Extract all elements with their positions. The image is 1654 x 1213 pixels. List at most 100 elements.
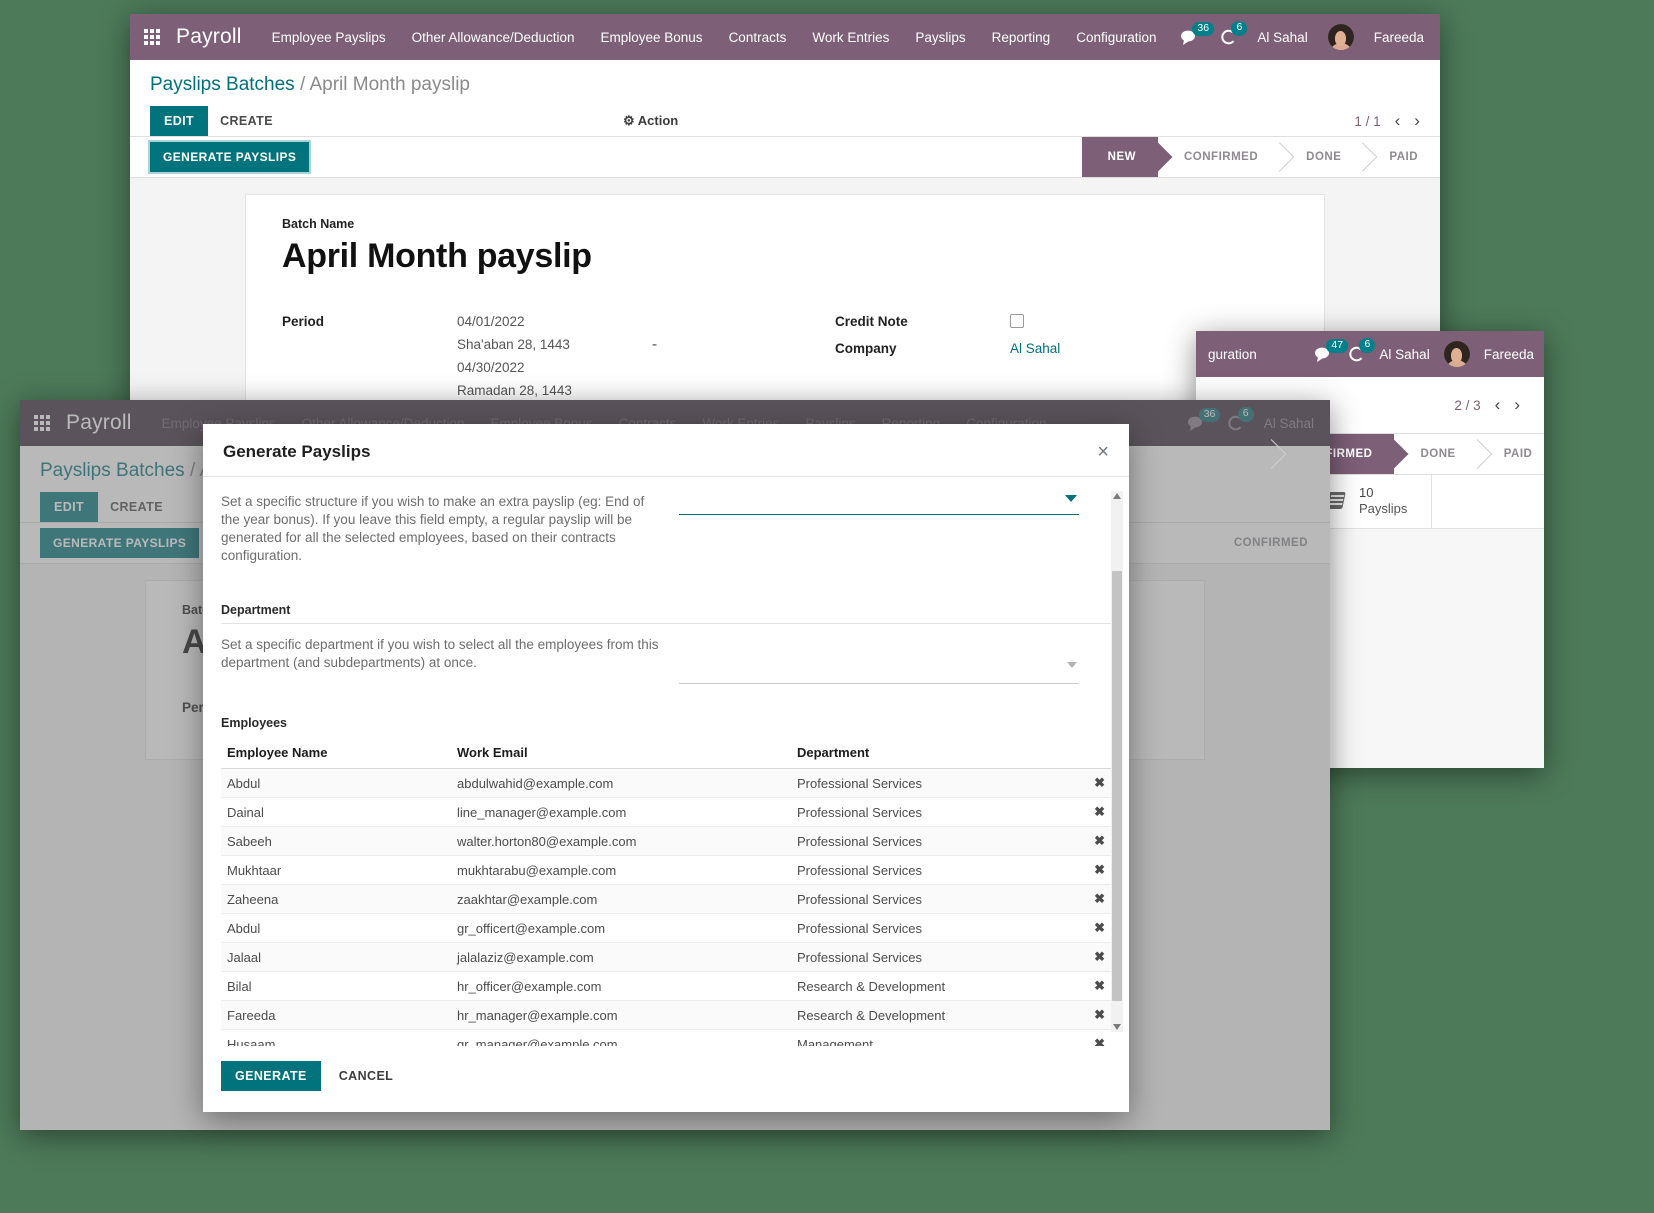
scroll-down-icon[interactable] bbox=[1113, 1024, 1121, 1030]
cell-work-email[interactable]: hr_officer@example.com bbox=[451, 971, 791, 1001]
remove-icon[interactable]: ✖ bbox=[1077, 768, 1111, 798]
department-input[interactable] bbox=[679, 662, 1079, 684]
cell-work-email[interactable]: walter.horton80@example.com bbox=[451, 826, 791, 856]
column-department[interactable]: Department bbox=[791, 738, 1077, 769]
table-row[interactable]: Bilal hr_officer@example.com Research & De… bbox=[221, 971, 1111, 1001]
right-company-name[interactable]: Al Sahal bbox=[1379, 347, 1429, 362]
company-value[interactable]: Al Sahal bbox=[1010, 337, 1060, 360]
bg-company-name[interactable]: Al Sahal bbox=[1264, 416, 1314, 431]
cell-employee-name[interactable]: Sabeeh bbox=[221, 826, 451, 856]
generate-button[interactable]: GENERATE bbox=[221, 1061, 321, 1091]
table-row[interactable]: Abdul abdulwahid@example.com Professional … bbox=[221, 768, 1111, 798]
cell-employee-name[interactable]: Abdul bbox=[221, 768, 451, 798]
dialog-scrollbar[interactable] bbox=[1111, 491, 1123, 1032]
department-field[interactable] bbox=[679, 636, 1079, 684]
cancel-button[interactable]: CANCEL bbox=[327, 1061, 405, 1091]
cell-department[interactable]: Research & Development bbox=[791, 971, 1077, 1001]
cell-department[interactable]: Research & Development bbox=[791, 1000, 1077, 1030]
cell-employee-name[interactable]: Dainal bbox=[221, 797, 451, 827]
avatar[interactable] bbox=[1327, 24, 1354, 50]
structure-field[interactable] bbox=[679, 493, 1079, 515]
cell-department[interactable]: Professional Services bbox=[791, 913, 1077, 943]
bg-activities-button[interactable]: 6 bbox=[1226, 407, 1254, 432]
bg-generate-payslips-button[interactable]: GENERATE PAYSLIPS bbox=[40, 528, 200, 558]
bg-messages-button[interactable]: 36 bbox=[1187, 407, 1221, 432]
table-row[interactable]: Sabeeh walter.horton80@example.com Profess… bbox=[221, 826, 1111, 856]
nav-item-employee-payslips[interactable]: Employee Payslips bbox=[272, 30, 386, 45]
cell-department[interactable]: Management bbox=[791, 1029, 1077, 1046]
period-from[interactable]: 04/01/2022 bbox=[457, 310, 572, 333]
cell-employee-name[interactable]: Fareeda bbox=[221, 1000, 451, 1030]
cell-department[interactable]: Professional Services bbox=[791, 942, 1077, 972]
cell-employee-name[interactable]: Jalaal bbox=[221, 942, 451, 972]
remove-icon[interactable]: ✖ bbox=[1077, 884, 1111, 914]
period-to[interactable]: 04/30/2022 bbox=[457, 356, 572, 379]
cell-department[interactable]: Professional Services bbox=[791, 826, 1077, 856]
cell-work-email[interactable]: gr_manager@example.com bbox=[451, 1029, 791, 1046]
edit-button[interactable]: EDIT bbox=[150, 106, 209, 136]
structure-input[interactable] bbox=[679, 493, 1079, 515]
cell-work-email[interactable]: zaakhtar@example.com bbox=[451, 884, 791, 914]
right-messages-button[interactable]: 47 bbox=[1314, 338, 1349, 363]
cell-employee-name[interactable]: Husaam bbox=[221, 1029, 451, 1046]
cell-employee-name[interactable]: Bilal bbox=[221, 971, 451, 1001]
cell-department[interactable]: Professional Services bbox=[791, 768, 1077, 798]
chevron-down-icon[interactable] bbox=[1067, 662, 1077, 668]
apps-grid-icon[interactable] bbox=[34, 415, 50, 431]
background-app-name[interactable]: Payroll bbox=[66, 411, 132, 435]
chevron-down-icon[interactable] bbox=[1065, 495, 1077, 502]
cell-work-email[interactable]: line_manager@example.com bbox=[451, 797, 791, 827]
credit-note-checkbox[interactable] bbox=[1010, 314, 1024, 328]
generate-payslips-button[interactable]: GENERATE PAYSLIPS bbox=[147, 140, 312, 174]
nav-item-payslips[interactable]: Payslips bbox=[915, 30, 965, 45]
bg-edit-button[interactable]: EDIT bbox=[40, 492, 99, 522]
cell-department[interactable]: Professional Services bbox=[791, 884, 1077, 914]
cell-work-email[interactable]: gr_officert@example.com bbox=[451, 913, 791, 943]
cell-department[interactable]: Professional Services bbox=[791, 797, 1077, 827]
app-name[interactable]: Payroll bbox=[176, 25, 242, 49]
right-activities-button[interactable]: 6 bbox=[1347, 338, 1376, 363]
user-name[interactable]: Fareeda bbox=[1374, 30, 1424, 45]
create-button[interactable]: CREATE bbox=[208, 106, 285, 136]
remove-icon[interactable]: ✖ bbox=[1077, 1029, 1111, 1046]
table-row[interactable]: Dainal line_manager@example.com Profession… bbox=[221, 797, 1111, 827]
nav-item-reporting[interactable]: Reporting bbox=[992, 30, 1051, 45]
nav-item-contracts[interactable]: Contracts bbox=[729, 30, 787, 45]
pager-next-icon[interactable]: › bbox=[1414, 111, 1420, 131]
stage-new[interactable]: NEW bbox=[1081, 137, 1158, 177]
nav-item-configuration[interactable]: Configuration bbox=[1076, 30, 1156, 45]
cell-department[interactable]: Professional Services bbox=[791, 855, 1077, 885]
table-row[interactable]: Fareeda hr_manager@example.com Research & … bbox=[221, 1000, 1111, 1030]
apps-grid-icon[interactable] bbox=[144, 29, 160, 45]
remove-icon[interactable]: ✖ bbox=[1077, 913, 1111, 943]
right-nav-truncated-item[interactable]: guration bbox=[1208, 347, 1257, 362]
cell-employee-name[interactable]: Mukhtaar bbox=[221, 855, 451, 885]
nav-item-other-allowance[interactable]: Other Allowance/Deduction bbox=[412, 30, 575, 45]
remove-icon[interactable]: ✖ bbox=[1077, 942, 1111, 972]
action-menu[interactable]: ⚙ Action bbox=[623, 113, 678, 129]
bg-create-button[interactable]: CREATE bbox=[98, 492, 175, 522]
right-user-name[interactable]: Fareeda bbox=[1484, 347, 1534, 362]
right-avatar[interactable] bbox=[1443, 341, 1470, 367]
messages-button[interactable]: 36 bbox=[1180, 21, 1215, 46]
scrollbar-thumb[interactable] bbox=[1112, 571, 1122, 1001]
remove-icon[interactable]: ✖ bbox=[1077, 1000, 1111, 1030]
table-row[interactable]: Abdul gr_officert@example.com Professional… bbox=[221, 913, 1111, 943]
cell-work-email[interactable]: jalalaziz@example.com bbox=[451, 942, 791, 972]
right-pager-next-icon[interactable]: › bbox=[1514, 395, 1520, 415]
table-row[interactable]: Mukhtaar mukhtarabu@example.com Profession… bbox=[221, 855, 1111, 885]
nav-item-employee-bonus[interactable]: Employee Bonus bbox=[601, 30, 703, 45]
company-name[interactable]: Al Sahal bbox=[1257, 30, 1307, 45]
cell-work-email[interactable]: mukhtarabu@example.com bbox=[451, 855, 791, 885]
cell-employee-name[interactable]: Zaheena bbox=[221, 884, 451, 914]
nav-item-work-entries[interactable]: Work Entries bbox=[812, 30, 889, 45]
bg-stage-confirmed[interactable]: CONFIRMED bbox=[1208, 523, 1330, 563]
stage-confirmed[interactable]: CONFIRMED bbox=[1158, 137, 1280, 177]
cell-employee-name[interactable]: Abdul bbox=[221, 913, 451, 943]
table-row[interactable]: Husaam gr_manager@example.com Management ✖ bbox=[221, 1029, 1111, 1046]
activities-button[interactable]: 6 bbox=[1219, 21, 1248, 46]
breadcrumb-root[interactable]: Payslips Batches bbox=[150, 74, 295, 95]
table-row[interactable]: Zaheena zaakhtar@example.com Professional … bbox=[221, 884, 1111, 914]
pager-prev-icon[interactable]: ‹ bbox=[1395, 111, 1401, 131]
column-employee-name[interactable]: Employee Name bbox=[221, 738, 451, 769]
